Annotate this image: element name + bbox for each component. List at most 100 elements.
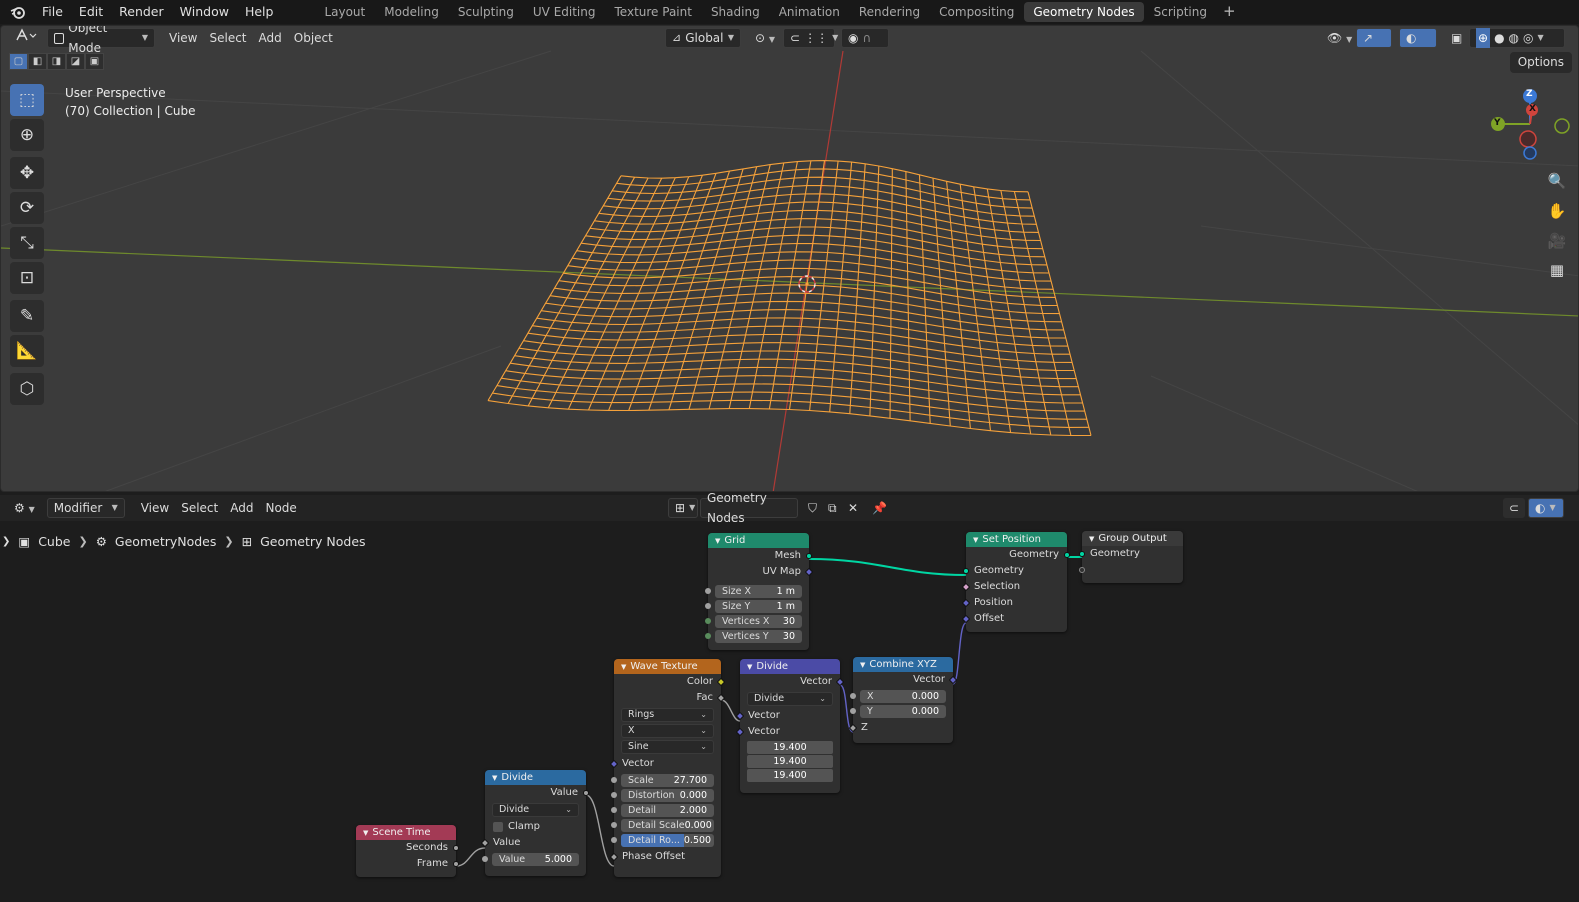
scene-time-frame-output[interactable]: Frame xyxy=(356,856,459,872)
scene-time-seconds-output[interactable]: Seconds xyxy=(356,840,459,856)
select-box-tool-icon[interactable]: ⬚ xyxy=(10,84,44,116)
editor-type-button[interactable] xyxy=(9,28,43,48)
scale-tool-icon[interactable]: ⤡ xyxy=(10,227,44,259)
tab-uv-editing[interactable]: UV Editing xyxy=(524,2,605,22)
menu-window[interactable]: Window xyxy=(172,2,237,22)
transform-tool-icon[interactable]: ⊡ xyxy=(10,262,44,294)
measure-tool-icon[interactable]: 📐 xyxy=(10,335,44,367)
clamp-checkbox-row[interactable]: Clamp xyxy=(485,819,586,835)
menu-edit[interactable]: Edit xyxy=(71,2,111,22)
wave-detail-roughness-field[interactable]: Detail Ro... 0.500 xyxy=(611,834,714,847)
gizmo-x-label[interactable]: X xyxy=(1529,104,1536,114)
breadcrumb-node-group[interactable]: Geometry Nodes xyxy=(260,534,365,549)
grid-vertices-y-field[interactable]: Vertices Y 30 xyxy=(705,630,802,643)
tab-layout[interactable]: Layout xyxy=(315,2,374,22)
vector-divide-input-b[interactable]: Vector xyxy=(735,724,840,740)
vector-divide-z-field[interactable]: 19.400 xyxy=(747,769,833,782)
annotate-tool-icon[interactable]: ✎ xyxy=(10,300,44,332)
set-position-offset-input[interactable]: Offset xyxy=(961,611,1067,627)
wireframe-shading-icon[interactable]: ⊕ xyxy=(1476,28,1491,48)
camera-view-icon[interactable]: 🎥 xyxy=(1544,228,1570,254)
cursor-tool-icon[interactable]: ⊕ xyxy=(10,119,44,151)
pan-hand-icon[interactable]: ✋ xyxy=(1544,198,1570,224)
math-divide-value-field[interactable]: Value 5.000 xyxy=(482,853,579,866)
math-divide-node-header[interactable]: ▼ Divide xyxy=(485,770,586,785)
wave-texture-node-header[interactable]: ▼ Wave Texture xyxy=(614,659,721,674)
visibility-icon[interactable]: 👁 ▼ xyxy=(1321,28,1358,48)
vector-divide-y-field[interactable]: 19.400 xyxy=(747,755,833,768)
combine-y-field[interactable]: Y 0.000 xyxy=(850,705,946,718)
node-menu-view[interactable]: View xyxy=(135,498,175,518)
math-divide-value-output[interactable]: Value xyxy=(485,785,589,801)
mode-dropdown[interactable]: Object Mode ▼ xyxy=(47,26,155,55)
node-editor[interactable]: ⚙ ▼ Modifier ▼ View Select Add Node ⊞ ▼ G… xyxy=(0,491,1579,902)
node-editor-type-icon[interactable]: ⚙ ▼ xyxy=(8,498,41,518)
breadcrumb-modifier[interactable]: GeometryNodes xyxy=(115,534,216,549)
add-workspace-button[interactable]: + xyxy=(1217,2,1242,22)
blender-logo-icon[interactable] xyxy=(8,2,28,22)
group-output-node-header[interactable]: ▼ Group Output xyxy=(1082,531,1183,546)
menu-render[interactable]: Render xyxy=(111,2,172,22)
rotate-tool-icon[interactable]: ⟳ xyxy=(10,192,44,224)
vector-divide-x-field[interactable]: 19.400 xyxy=(747,741,833,754)
set-position-position-input[interactable]: Position xyxy=(961,595,1067,611)
shading-mode-buttons[interactable]: ⊕ ● ◍ ◎ ▼ xyxy=(1469,28,1565,48)
set-position-geometry-input[interactable]: Geometry xyxy=(963,563,1067,579)
menu-help[interactable]: Help xyxy=(237,2,282,22)
perspective-grid-icon[interactable]: ▦ xyxy=(1544,257,1570,283)
gizmo-toggle[interactable]: ↗ xyxy=(1356,28,1392,48)
combine-xyz-vector-output[interactable]: Vector xyxy=(853,672,958,688)
wave-scale-field[interactable]: Scale 27.700 xyxy=(611,774,714,787)
node-menu-node[interactable]: Node xyxy=(259,498,302,518)
vector-divide-node[interactable]: ▼ Divide Vector Divide ⌄ Vector Vector 19.… xyxy=(735,659,845,793)
clamp-checkbox[interactable] xyxy=(493,822,503,832)
tab-geometry-nodes[interactable]: Geometry Nodes xyxy=(1024,2,1144,22)
material-shading-icon[interactable]: ◍ xyxy=(1509,28,1519,48)
math-divide-value-input[interactable]: Value xyxy=(480,835,586,851)
scene-time-node[interactable]: ▼ Scene Time Seconds Frame xyxy=(356,825,459,877)
wave-profile-dropdown[interactable]: Sine ⌄ xyxy=(621,740,714,754)
node-group-browse-icon[interactable]: ⊞ ▼ xyxy=(668,498,698,518)
node-menu-add[interactable]: Add xyxy=(224,498,259,518)
wave-color-output[interactable]: Color xyxy=(614,674,726,690)
proportional-editing-toggle[interactable]: ◉ ∩ xyxy=(841,28,889,48)
set-position-selection-input[interactable]: Selection xyxy=(961,579,1067,595)
wave-direction-dropdown[interactable]: X ⌄ xyxy=(621,724,714,738)
math-divide-node[interactable]: ▼ Divide Value Divide ⌄ Clamp Value Value 5… xyxy=(480,770,589,876)
vector-divide-output[interactable]: Vector xyxy=(740,674,845,690)
move-tool-icon[interactable]: ✥ xyxy=(10,157,44,189)
grid-mesh-output[interactable]: Mesh xyxy=(708,548,812,564)
set-position-node-header[interactable]: ▼ Set Position xyxy=(966,532,1067,547)
tab-shading[interactable]: Shading xyxy=(702,2,769,22)
tab-modeling[interactable]: Modeling xyxy=(375,2,448,22)
vector-divide-node-header[interactable]: ▼ Divide xyxy=(740,659,840,674)
add-cube-tool-icon[interactable]: ⬡ xyxy=(10,373,44,405)
vector-divide-input-a[interactable]: Vector xyxy=(735,708,840,724)
tab-rendering[interactable]: Rendering xyxy=(850,2,929,22)
grid-size-x-field[interactable]: Size X1 m xyxy=(705,585,802,598)
combine-xyz-node[interactable]: ▼ Combine XYZ Vector X 0.000 Y 0.000 Z xyxy=(848,657,958,743)
group-output-geometry-input[interactable]: Geometry xyxy=(1079,546,1183,562)
tab-scripting[interactable]: Scripting xyxy=(1145,2,1216,22)
math-operation-dropdown[interactable]: Divide ⌄ xyxy=(492,803,579,817)
solid-shading-icon[interactable]: ● xyxy=(1494,28,1504,48)
xray-toggle-icon[interactable]: ▣ xyxy=(1445,28,1468,48)
node-overlays-toggle[interactable]: ◐ ▼ xyxy=(1528,498,1564,518)
combine-z-input[interactable]: Z xyxy=(848,720,953,736)
grid-node[interactable]: ▼ Grid Mesh UV Map Size X1 m Size Y1 m Ve… xyxy=(705,533,814,650)
viewport-menu-view[interactable]: View xyxy=(163,28,203,48)
set-position-geometry-output[interactable]: Geometry xyxy=(966,547,1070,563)
grid-uvmap-output[interactable]: UV Map xyxy=(708,564,814,580)
group-output-node[interactable]: ▼ Group Output Geometry xyxy=(1079,531,1183,583)
vector-operation-dropdown[interactable]: Divide ⌄ xyxy=(747,692,833,706)
fake-user-shield-icon[interactable]: ⛉ xyxy=(802,498,823,518)
duplicate-icon[interactable]: ⧉ xyxy=(822,498,843,518)
breadcrumb-object[interactable]: Cube xyxy=(38,534,70,549)
chevron-right-icon[interactable]: ❯ xyxy=(2,536,10,547)
snapping-toggle[interactable]: ⊂ ⋮⋮ ▼ xyxy=(783,28,838,48)
select-invert-icon[interactable]: ◪ xyxy=(66,53,85,70)
viewport-menu-add[interactable]: Add xyxy=(253,28,288,48)
tab-compositing[interactable]: Compositing xyxy=(930,2,1023,22)
transform-orientation-dropdown[interactable]: ⊿ Global ▼ xyxy=(665,28,741,48)
combine-x-field[interactable]: X 0.000 xyxy=(850,690,946,703)
